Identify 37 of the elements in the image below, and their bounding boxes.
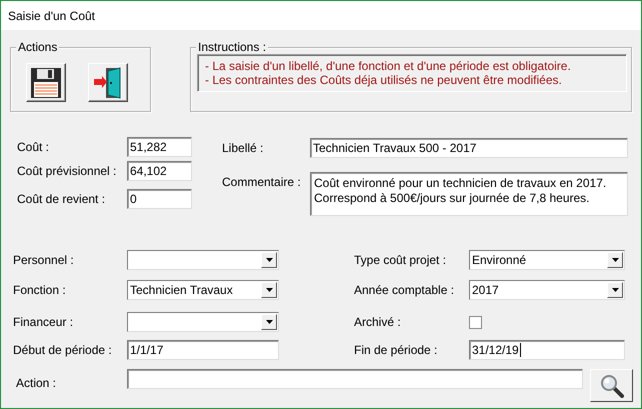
exit-button[interactable] bbox=[88, 63, 128, 102]
dropdown-field[interactable]: Technicien Travaux bbox=[127, 280, 279, 300]
group-label: Instructions : bbox=[196, 40, 268, 54]
field-label: Type coût projet : bbox=[354, 252, 448, 269]
group-label: Actions bbox=[16, 40, 60, 54]
field-label: Coût de revient : bbox=[17, 191, 106, 205]
dropdown-field[interactable] bbox=[127, 312, 279, 332]
text-field[interactable]: 0 bbox=[127, 189, 192, 209]
dropdown-field[interactable]: Environné bbox=[469, 250, 625, 270]
dropdown-field[interactable]: 2017 bbox=[469, 280, 625, 300]
search-button[interactable] bbox=[590, 369, 633, 402]
field-label: Libellé : bbox=[222, 140, 264, 157]
field-label: Commentaire : bbox=[222, 174, 302, 191]
field-label: Début de période : bbox=[13, 342, 113, 359]
text-field[interactable]: 31/12/19 bbox=[469, 340, 625, 360]
field-label: Personnel : bbox=[13, 252, 75, 269]
instruction-text: - La saisie d'un libellé, d'une fonction et d'une période est obligatoire. bbox=[205, 59, 572, 73]
field-label: Coût : bbox=[17, 139, 50, 156]
field-label: Financeur : bbox=[13, 314, 74, 331]
text-field[interactable]: 1/1/17 bbox=[127, 340, 279, 360]
text-field[interactable]: 51,282 bbox=[127, 137, 192, 157]
field-label: Coût prévisionnel : bbox=[17, 163, 118, 180]
field-label: Action : bbox=[16, 375, 58, 392]
window-title: Saisie d'un Coût bbox=[1, 1, 641, 30]
checkbox[interactable] bbox=[469, 316, 482, 329]
instruction-text: - Les contraintes des Coûts déja utilisés ne peuvent être modifiées. bbox=[205, 73, 563, 87]
text-field[interactable]: Technicien Travaux 500 - 2017 bbox=[310, 138, 628, 158]
field-label: Fonction : bbox=[13, 282, 67, 299]
field-label: Année comptable : bbox=[354, 282, 456, 299]
search-icon bbox=[600, 374, 624, 398]
field-label: Fin de période : bbox=[354, 342, 438, 359]
comment-field[interactable]: Coût environné pour un technicien de travaux en 2017. Correspond à 500€/jours sur journée de 7,8 heures. bbox=[310, 172, 628, 216]
action-field[interactable] bbox=[126, 369, 584, 389]
text-field[interactable]: 64,102 bbox=[127, 161, 192, 181]
dropdown-field[interactable] bbox=[127, 250, 279, 270]
field-label: Archivé : bbox=[354, 314, 402, 331]
save-button[interactable] bbox=[26, 63, 66, 102]
